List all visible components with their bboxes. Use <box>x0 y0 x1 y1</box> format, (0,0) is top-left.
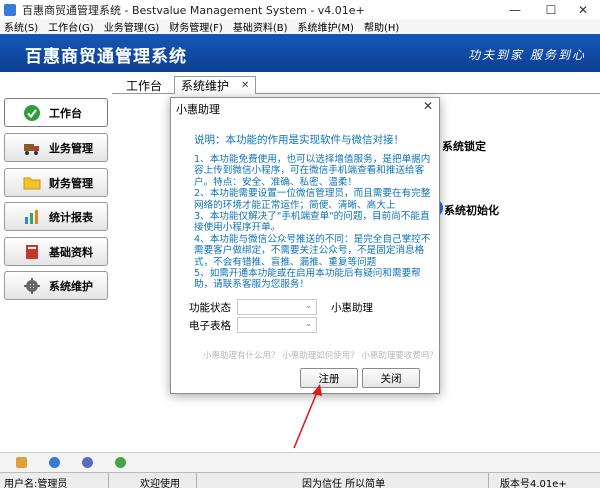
tab-strip: 工作台 系统维护 ✕ <box>112 72 600 94</box>
dialog-note-item: 5、如需开通本功能或在启用本功能后有疑问和需要帮助，请联系客服为您服务！ <box>194 268 421 291</box>
bar-chart-icon <box>23 208 41 226</box>
dialog-note-item: 1、本功能免费使用，也可以选择增值服务，是把单据内容上传到微信小程序，可在微信手… <box>194 154 431 188</box>
bottom-toolbar <box>0 452 600 472</box>
menu-system[interactable]: 系统(S) <box>4 19 38 34</box>
sidebar-item-finance[interactable]: 财务管理 <box>4 168 108 197</box>
chevron-down-icon: ⌄ <box>305 319 312 328</box>
close-dialog-button[interactable]: 关闭 <box>362 368 420 388</box>
status-bar: 用户名:管理员 欢迎使用 因为信任 所以简单 版本号4.01e+ <box>0 472 600 488</box>
status-version: 版本号4.01e+ <box>500 479 567 488</box>
clock-icon[interactable] <box>82 457 93 468</box>
spreadsheet-row: 电子表格 ⌄ <box>189 317 317 333</box>
menu-help[interactable]: 帮助(H) <box>364 19 399 34</box>
header-banner: 百惠商贸通管理系统 功夫到家 服务到心 <box>0 34 600 72</box>
tab-label: 工作台 <box>126 78 163 93</box>
minimize-button[interactable]: — <box>498 0 532 19</box>
dialog-note-item: 4、本功能与微信公众号推送的不同：是完全自己掌控不需要客户做绑定，不需要关注公众… <box>194 233 431 268</box>
menu-basic-data[interactable]: 基础资料(B) <box>233 19 288 34</box>
assistant-dialog: 小惠助理 ✕ 说明：本功能的作用是实现软件与微信对接！ 1、本功能免费使用，也可… <box>170 97 440 394</box>
status-select[interactable]: ⌄ <box>237 299 317 315</box>
help-links[interactable]: 小惠助理有什么用？ 小惠助理如何使用？ 小惠助理要收费吗？ <box>203 349 438 361</box>
app-brand-title: 百惠商贸通管理系统 <box>25 47 187 67</box>
menu-business[interactable]: 业务管理(G) <box>104 19 160 34</box>
window-title: 百惠商贸通管理系统 - Bestvalue Management System … <box>22 3 365 17</box>
dialog-note-item: 3、本功能仅解决了"手机端查单"的问题，目前尚不能直接使用小程序开单。 <box>194 211 430 234</box>
tab-maintenance[interactable]: 系统维护 ✕ <box>174 76 257 94</box>
sidebar-item-label: 业务管理 <box>49 141 93 155</box>
status-motto: 因为信任 所以简单 <box>302 479 386 488</box>
dialog-title: 小惠助理 <box>176 103 220 116</box>
tab-close-icon[interactable]: ✕ <box>241 80 249 91</box>
sidebar-item-label: 基础资料 <box>49 245 93 259</box>
dialog-note-item: 2、本功能需要设置一位微信管理员，而且需要在有完整网络的环境才能正常运作；简便、… <box>194 188 431 211</box>
menu-finance[interactable]: 财务管理(F) <box>169 19 223 34</box>
spreadsheet-label: 电子表格 <box>189 319 231 332</box>
sidebar-item-maintenance[interactable]: 系统维护 <box>4 271 108 300</box>
status-divider <box>488 473 489 488</box>
sidebar-item-basic-data[interactable]: 基础资料 <box>4 237 108 266</box>
notes-icon[interactable] <box>16 457 27 468</box>
menu-bar: 系统(S) 工作台(G) 业务管理(G) 财务管理(F) 基础资料(B) 系统维… <box>0 19 600 34</box>
truck-icon <box>23 139 41 157</box>
brand-slogan: 功夫到家 服务到心 <box>468 48 586 62</box>
refresh-icon[interactable] <box>115 457 126 468</box>
system-init-label: 系统初始化 <box>444 203 499 217</box>
status-row: 功能状态 ⌄ 小惠助理 <box>189 299 373 315</box>
status-label: 功能状态 <box>189 301 231 314</box>
app-icon <box>4 3 16 16</box>
arrow-annotation <box>293 384 322 449</box>
sidebar-item-label: 统计报表 <box>49 210 93 224</box>
gear-icon <box>23 277 41 295</box>
dialog-close-icon[interactable]: ✕ <box>423 99 433 113</box>
book-icon <box>23 243 41 261</box>
status-welcome: 欢迎使用 <box>140 479 180 488</box>
sidebar-item-label: 系统维护 <box>49 279 93 293</box>
status-user: 用户名:管理员 <box>4 479 68 488</box>
check-icon <box>23 104 41 122</box>
sidebar-item-workbench[interactable]: 工作台 <box>4 98 108 127</box>
title-bar: 百惠商贸通管理系统 - Bestvalue Management System … <box>0 0 600 19</box>
sidebar-item-reports[interactable]: 统计报表 <box>4 202 108 231</box>
tab-label: 系统维护 <box>181 79 230 93</box>
folder-icon <box>23 174 41 192</box>
sidebar-item-label: 工作台 <box>49 106 82 120</box>
info-icon[interactable] <box>49 457 60 468</box>
dialog-heading: 说明：本功能的作用是实现软件与微信对接！ <box>194 134 404 146</box>
chevron-down-icon: ⌄ <box>305 301 312 310</box>
maximize-button[interactable]: ☐ <box>534 0 568 19</box>
sidebar: 工作台 业务管理 财务管理 统计报表 基础资料 系统维护 <box>0 92 112 452</box>
status-divider <box>108 473 109 488</box>
status-divider <box>196 473 197 488</box>
sidebar-item-business[interactable]: 业务管理 <box>4 133 108 162</box>
tab-workbench[interactable]: 工作台 <box>120 76 168 94</box>
close-window-button[interactable]: ✕ <box>566 0 600 19</box>
system-lock-label: 系统锁定 <box>442 139 486 153</box>
spreadsheet-select[interactable]: ⌄ <box>237 317 317 333</box>
helper-name-label: 小惠助理 <box>331 301 373 314</box>
dialog-description: 1、本功能免费使用，也可以选择增值服务，是把单据内容上传到微信小程序，可在微信手… <box>194 154 432 291</box>
sidebar-item-label: 财务管理 <box>49 176 93 190</box>
menu-maintenance[interactable]: 系统维护(M) <box>298 19 354 34</box>
menu-workbench[interactable]: 工作台(G) <box>48 19 94 34</box>
